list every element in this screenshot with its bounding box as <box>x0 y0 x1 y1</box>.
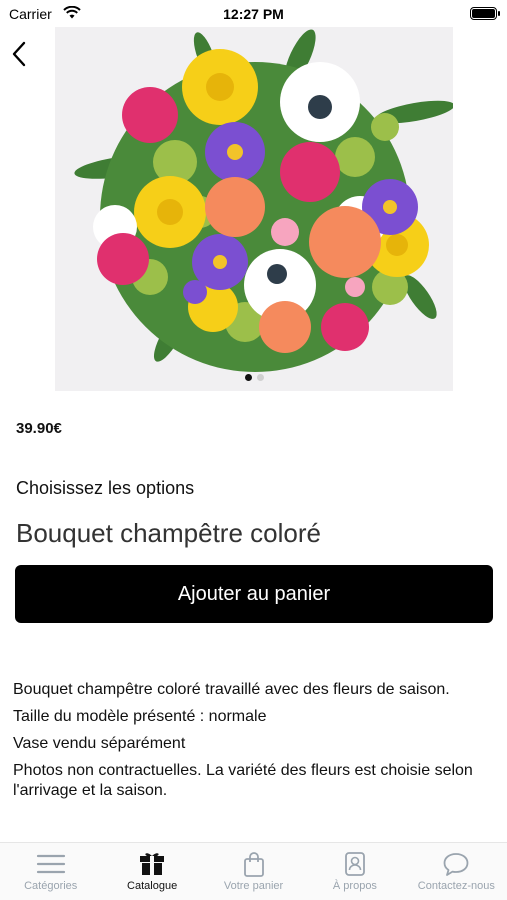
chat-bubble-icon <box>441 851 471 877</box>
tab-contact[interactable]: Contactez-nous <box>406 843 507 900</box>
description-paragraph: Bouquet champêtre coloré travaillé avec … <box>13 681 450 698</box>
back-button[interactable] <box>8 38 32 70</box>
tab-label: Votre panier <box>223 880 284 892</box>
menu-lines-icon <box>36 851 66 877</box>
tab-about[interactable]: À propos <box>304 843 405 900</box>
description-paragraph: Vase vendu séparément <box>13 735 186 752</box>
tab-categories[interactable]: Catégories <box>0 843 101 900</box>
pager-dot[interactable] <box>256 374 264 381</box>
tab-cart[interactable]: Votre panier <box>203 843 304 900</box>
tab-label: Catégories <box>24 880 78 892</box>
product-description: Bouquet champêtre coloré travaillé avec … <box>13 680 493 808</box>
tab-bar: Catégories Catalogue Votre panier À prop… <box>0 842 507 900</box>
bouquet-image <box>55 27 453 391</box>
pager-dot-active[interactable] <box>244 374 252 381</box>
product-title: Bouquet champêtre coloré <box>16 518 321 548</box>
contact-card-icon <box>340 851 370 877</box>
tab-label: Contactez-nous <box>417 880 495 892</box>
shopping-bag-icon <box>239 851 269 877</box>
tab-label: Catalogue <box>127 880 178 892</box>
clock: 12:27 PM <box>223 6 284 22</box>
description-paragraph: Photos non contractuelles. La variété de… <box>13 762 473 799</box>
product-price: 39.90€ <box>16 420 62 437</box>
battery-icon <box>470 7 500 20</box>
options-label[interactable]: Choisissez les options <box>16 478 194 499</box>
product-image-gallery[interactable] <box>55 27 453 391</box>
chevron-left-icon <box>12 41 26 67</box>
description-paragraph: Taille du modèle présenté : normale <box>13 708 267 725</box>
gift-box-icon <box>137 851 167 877</box>
tab-catalogue[interactable]: Catalogue <box>101 843 202 900</box>
add-to-cart-button[interactable]: Ajouter au panier <box>15 565 493 623</box>
tab-label: À propos <box>332 880 377 892</box>
status-bar: Carrier 12:27 PM <box>0 0 507 28</box>
image-pager[interactable] <box>55 374 453 381</box>
